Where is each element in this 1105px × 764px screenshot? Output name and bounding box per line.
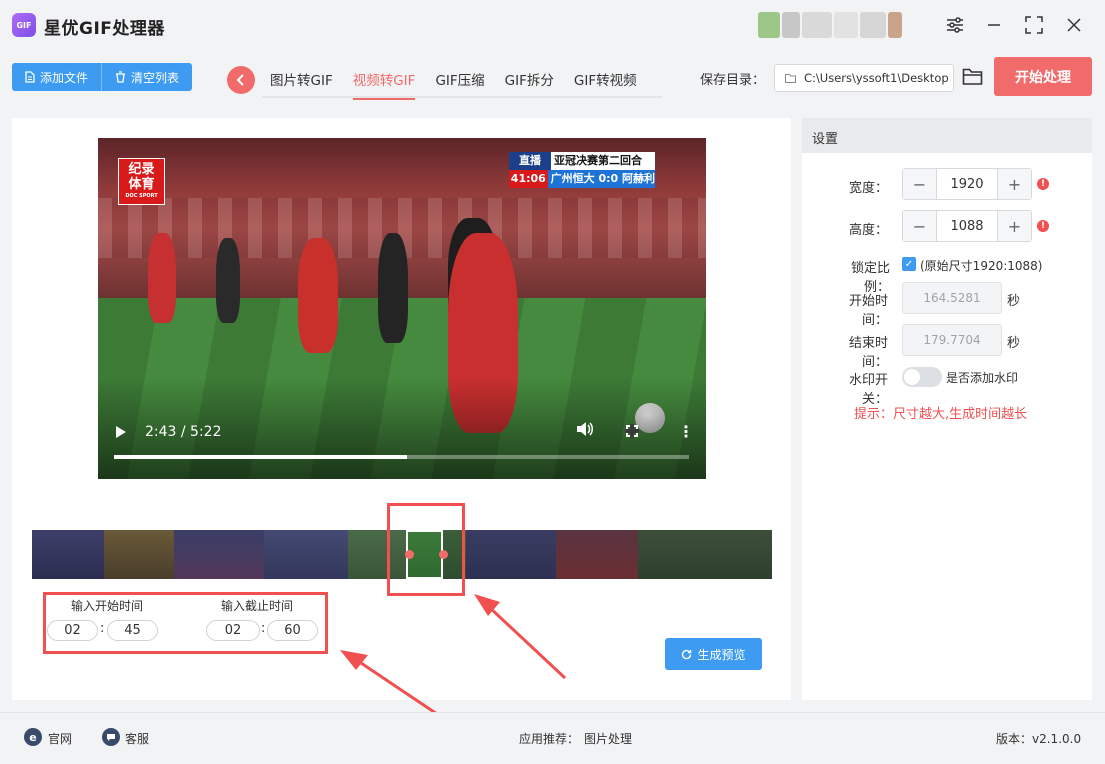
settings-sliders-icon[interactable]: [942, 12, 968, 38]
match-clock: 41:06: [509, 170, 548, 188]
annotation-box-time-inputs: [43, 592, 328, 654]
start-process-button[interactable]: 开始处理: [994, 57, 1092, 96]
tab-image-to-gif[interactable]: 图片转GIF: [270, 62, 333, 98]
size-hint-text: 提示：尺寸越大,生成时间越长: [854, 407, 1028, 422]
end-time-field: 179.7704: [902, 324, 1002, 356]
annotation-box-filmstrip: [387, 503, 465, 596]
end-time-setting-label: 结束时间：: [848, 336, 888, 370]
video-progress-fill: [114, 455, 408, 459]
match-title: 亚冠决赛第二回合: [551, 152, 655, 170]
generate-preview-button[interactable]: 生成预览: [665, 638, 762, 670]
save-path-field[interactable]: C:\Users\yssoft1\Desktop: [774, 64, 954, 92]
fullscreen-icon[interactable]: [625, 424, 639, 438]
width-input[interactable]: 1920: [936, 169, 998, 199]
width-increment-button[interactable]: +: [998, 169, 1031, 199]
version-text: 版本：v2.1.0.0: [996, 732, 1082, 746]
clear-list-button[interactable]: 清空列表: [102, 63, 192, 91]
video-progress-bar[interactable]: [114, 455, 689, 459]
file-icon: [25, 71, 35, 83]
chevron-left-icon: [236, 74, 244, 86]
app-logo-icon: GIF: [12, 13, 36, 37]
match-teams: 广州恒大 0:0 阿赫利: [547, 170, 655, 188]
app-title: 星优GIF处理器: [44, 19, 165, 39]
width-warning-icon: !: [1037, 178, 1049, 190]
tab-bar: 图片转GIF 视频转GIF GIF压缩 GIF拆分 GIF转视频: [262, 62, 662, 100]
add-file-button[interactable]: 添加文件: [12, 63, 101, 91]
tab-gif-split[interactable]: GIF拆分: [505, 62, 554, 98]
tab-gif-compress[interactable]: GIF压缩: [435, 62, 484, 98]
tab-gif-to-video[interactable]: GIF转视频: [574, 62, 637, 98]
width-decrement-button[interactable]: −: [903, 169, 936, 199]
video-player[interactable]: 纪录 体育 DOC SPORT 直播 亚冠决赛第二回合 41:06 广州恒大 0…: [98, 138, 706, 479]
width-label: 宽度：: [848, 181, 888, 196]
maximize-icon[interactable]: [1021, 12, 1047, 38]
user-avatar[interactable]: [758, 12, 920, 38]
website-link[interactable]: 官网: [48, 730, 72, 747]
recommend-app-link[interactable]: 图片处理: [584, 730, 632, 747]
file-button-group: 添加文件 清空列表: [12, 63, 193, 91]
title-bar: [0, 0, 1105, 52]
open-folder-icon[interactable]: [962, 66, 984, 88]
live-tag: 直播: [509, 152, 551, 170]
more-options-icon[interactable]: ⋮: [678, 422, 694, 441]
close-icon[interactable]: [1061, 12, 1087, 38]
height-decrement-button[interactable]: −: [903, 211, 936, 241]
generate-preview-label: 生成预览: [697, 647, 746, 662]
settings-header: 设置: [802, 118, 1092, 153]
recommend-label: 应用推荐：: [519, 732, 580, 746]
volume-icon[interactable]: [576, 421, 594, 441]
folder-small-icon: [785, 74, 796, 83]
support-chat-icon[interactable]: [102, 728, 120, 746]
support-link[interactable]: 客服: [125, 730, 149, 747]
refresh-icon: [682, 649, 692, 659]
clear-list-label: 清空列表: [131, 70, 180, 85]
back-chevron-button[interactable]: [227, 66, 255, 94]
height-label: 高度：: [848, 223, 888, 238]
tab-video-to-gif[interactable]: 视频转GIF: [352, 62, 416, 100]
start-time-unit: 秒: [1007, 294, 1021, 309]
height-input[interactable]: 1088: [936, 211, 998, 241]
width-stepper: − 1920 +: [902, 168, 1032, 200]
end-time-unit: 秒: [1007, 336, 1021, 351]
minimize-icon[interactable]: [981, 12, 1007, 38]
watermark-toggle-text: 是否添加水印: [946, 371, 1019, 385]
watermark-label: 水印开关：: [848, 373, 888, 407]
lock-ratio-checkbox[interactable]: ✓: [902, 257, 916, 271]
video-controls: 2:43 / 5:22 ⋮: [98, 418, 706, 479]
save-dir-label: 保存目录：: [700, 73, 766, 88]
save-path-text: C:\Users\yssoft1\Desktop: [804, 71, 949, 85]
height-increment-button[interactable]: +: [998, 211, 1031, 241]
start-time-setting-label: 开始时间：: [848, 294, 888, 328]
channel-logo: 纪录 体育 DOC SPORT: [118, 158, 165, 205]
height-stepper: − 1088 +: [902, 210, 1032, 242]
add-file-label: 添加文件: [40, 70, 89, 85]
video-time: 2:43 / 5:22: [145, 424, 222, 440]
trash-icon: [116, 71, 126, 83]
height-warning-icon: !: [1037, 220, 1049, 232]
lock-ratio-text: (原始尺寸1920:1088): [920, 259, 1043, 273]
score-overlay: 直播 亚冠决赛第二回合 41:06 广州恒大 0:0 阿赫利: [509, 152, 655, 188]
play-icon[interactable]: [116, 426, 126, 438]
website-icon[interactable]: e: [24, 728, 42, 746]
watermark-toggle[interactable]: [902, 367, 942, 387]
start-time-field: 164.5281: [902, 282, 1002, 314]
